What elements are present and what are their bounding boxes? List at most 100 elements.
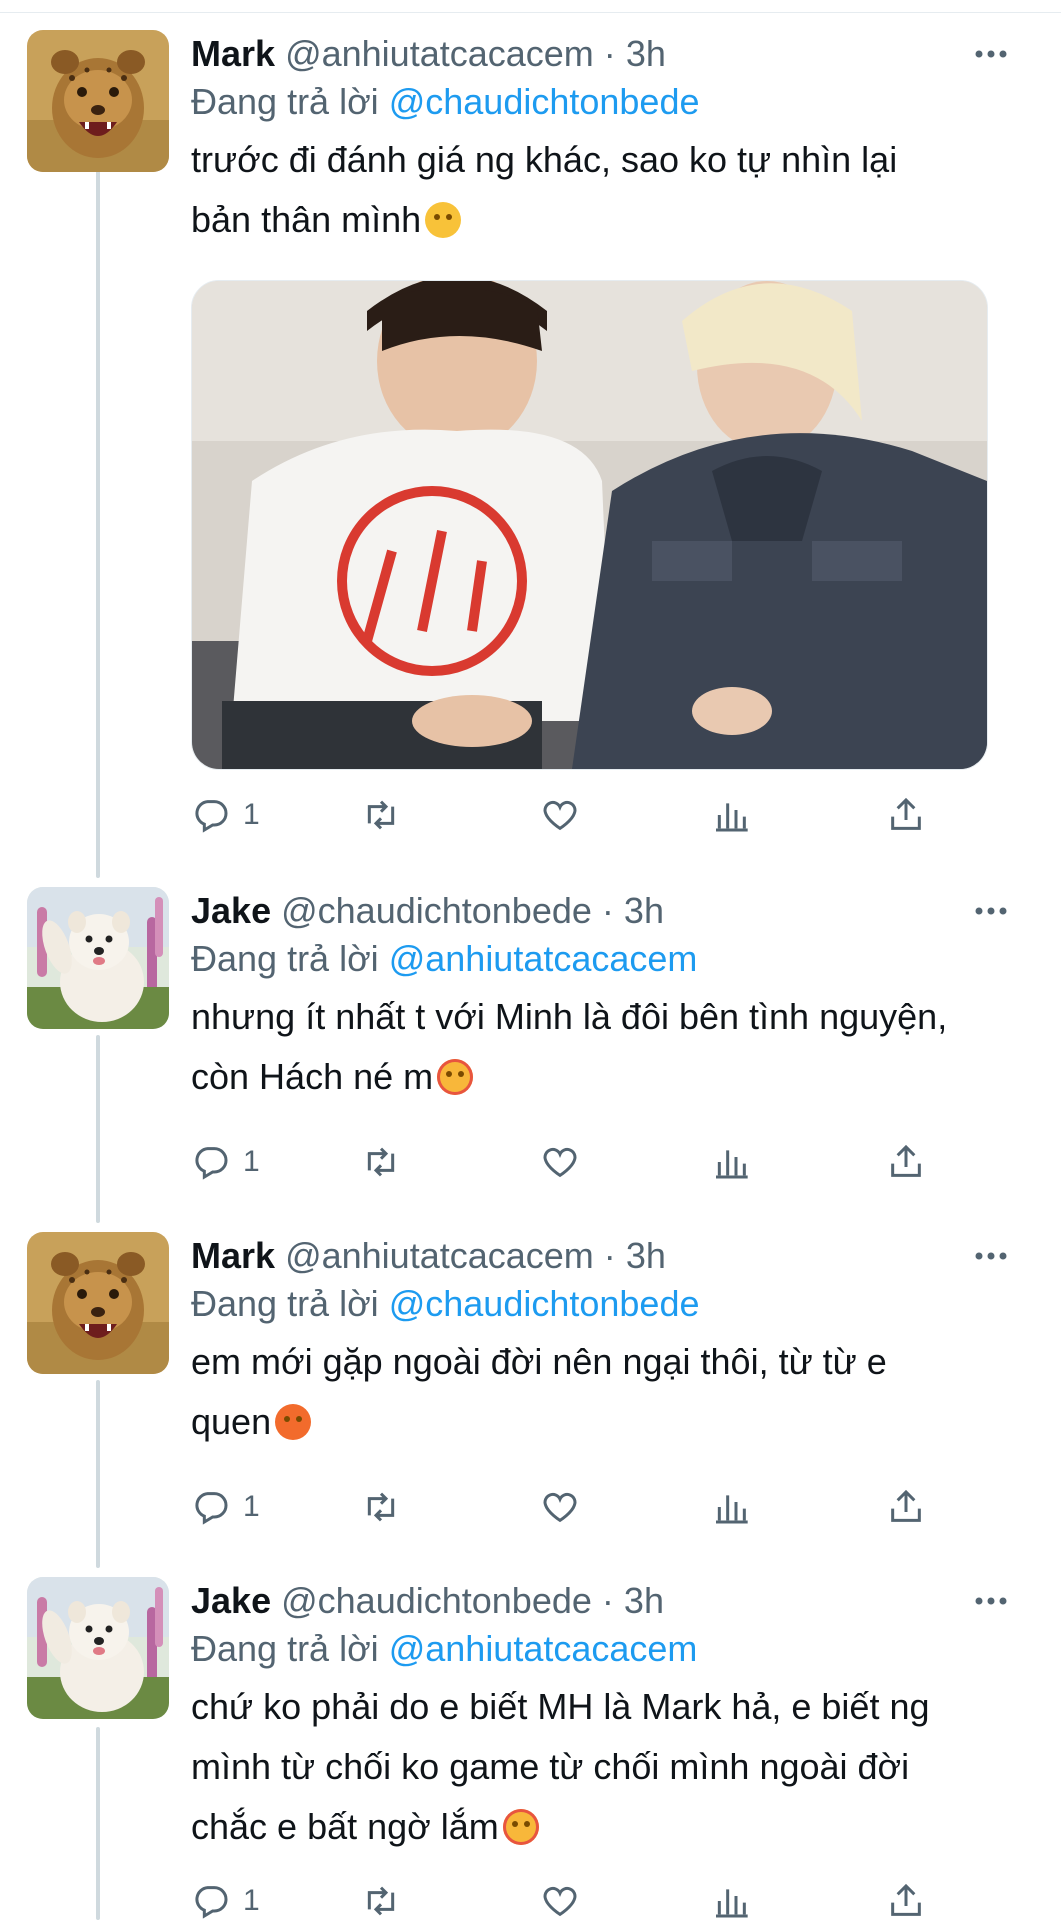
share-button[interactable] <box>886 1482 926 1532</box>
tweet-content: Mark @anhiutatcacacem · 3h Đang trả lời … <box>191 1232 1011 1452</box>
tweet-text-line: bản thân mình <box>191 199 422 240</box>
thread-line <box>96 1727 100 1920</box>
tweet-header: Jake @chaudichtonbede · 3h <box>191 1577 1011 1625</box>
display-name[interactable]: Jake <box>191 1580 271 1621</box>
tweet-text: trước đi đánh giá ng khác, sao ko tự nhì… <box>191 130 1011 250</box>
user-handle[interactable]: @anhiutatcacacem <box>285 1235 594 1276</box>
more-icon[interactable] <box>971 1236 1011 1276</box>
views-icon <box>716 803 748 832</box>
thread-line <box>96 158 100 878</box>
angry-face-emoji <box>275 1404 312 1440</box>
share-icon <box>891 1144 921 1177</box>
display-name[interactable]: Mark <box>191 33 275 74</box>
mention-link[interactable]: @chaudichtonbede <box>389 1283 700 1324</box>
timestamp[interactable]: 3h <box>626 1235 666 1276</box>
like-button[interactable] <box>540 1482 580 1532</box>
tweet-text-line: nhưng ít nhất t với Minh là đôi bên tình… <box>191 996 948 1037</box>
mention-link[interactable]: @anhiutatcacacem <box>389 1628 698 1669</box>
replying-to: Đang trả lời @chaudichtonbede <box>191 78 1011 126</box>
tweet-text: em mới gặp ngoài đời nên ngại thôi, từ t… <box>191 1332 1011 1452</box>
share-icon <box>891 1489 921 1522</box>
reply-count: 1 <box>243 1490 260 1523</box>
timestamp[interactable]: 3h <box>626 33 666 74</box>
retweet-icon <box>367 1492 395 1522</box>
avatar[interactable] <box>27 30 169 172</box>
replying-to-label: Đang trả lời <box>191 81 379 122</box>
thread-line <box>96 1035 100 1223</box>
retweet-button[interactable] <box>361 1876 401 1926</box>
views-button[interactable] <box>711 790 751 840</box>
replying-to-label: Đang trả lời <box>191 938 379 979</box>
like-icon <box>543 1886 577 1917</box>
user-handle[interactable]: @anhiutatcacacem <box>285 33 594 74</box>
tweet-header: Mark @anhiutatcacacem · 3h <box>191 1232 1011 1280</box>
tweet-text-line: chứ ko phải do e biết MH là Mark hả, e b… <box>191 1686 930 1727</box>
share-icon <box>891 797 921 830</box>
tweet-content: Jake @chaudichtonbede · 3h Đang trả lời … <box>191 1577 1011 1857</box>
share-button[interactable] <box>886 1876 926 1926</box>
reply-button[interactable]: 1 <box>191 790 260 840</box>
user-handle[interactable]: @chaudichtonbede <box>281 1580 592 1621</box>
views-button[interactable] <box>711 1137 751 1187</box>
like-icon <box>543 1147 577 1178</box>
tweet-text-line: mình từ chối ko game từ chối mình ngoài … <box>191 1746 910 1787</box>
separator-dot: · <box>601 890 614 931</box>
retweet-icon <box>367 800 395 830</box>
mention-link[interactable]: @anhiutatcacacem <box>389 938 698 979</box>
tweet-text: nhưng ít nhất t với Minh là đôi bên tình… <box>191 987 1011 1107</box>
tweet-photo[interactable] <box>191 280 988 770</box>
mention-link[interactable]: @chaudichtonbede <box>389 81 700 122</box>
retweet-icon <box>367 1147 395 1177</box>
tweet-content: Mark @anhiutatcacacem · 3h Đang trả lời … <box>191 30 1011 770</box>
like-button[interactable] <box>540 1137 580 1187</box>
reply-icon <box>195 1147 228 1180</box>
like-icon <box>543 800 577 831</box>
views-icon <box>716 1150 748 1179</box>
separator-dot: · <box>603 1235 616 1276</box>
tweet-actions: 1 <box>191 1137 951 1187</box>
avatar[interactable] <box>27 1577 169 1719</box>
share-button[interactable] <box>886 790 926 840</box>
like-icon <box>543 1492 577 1523</box>
timestamp[interactable]: 3h <box>624 1580 664 1621</box>
separator-dot: · <box>603 33 616 74</box>
reply-count: 1 <box>243 1145 260 1178</box>
like-button[interactable] <box>540 1876 580 1926</box>
retweet-button[interactable] <box>361 790 401 840</box>
retweet-button[interactable] <box>361 1482 401 1532</box>
like-button[interactable] <box>540 790 580 840</box>
tweet-text: chứ ko phải do e biết MH là Mark hả, e b… <box>191 1677 1011 1857</box>
reply-icon <box>195 800 228 833</box>
top-divider <box>0 0 1061 13</box>
avatar[interactable] <box>27 1232 169 1374</box>
replying-to: Đang trả lời @chaudichtonbede <box>191 1280 1011 1328</box>
more-icon[interactable] <box>971 34 1011 74</box>
retweet-button[interactable] <box>361 1137 401 1187</box>
more-icon[interactable] <box>971 891 1011 931</box>
smiling-face-with-hearts-emoji <box>437 1059 474 1095</box>
share-button[interactable] <box>886 1137 926 1187</box>
views-icon <box>716 1495 748 1524</box>
user-handle[interactable]: @chaudichtonbede <box>281 890 592 931</box>
tweet-text-line: trước đi đánh giá ng khác, sao ko tự nhì… <box>191 139 898 180</box>
display-name[interactable]: Mark <box>191 1235 275 1276</box>
smiling-face-with-hearts-emoji <box>502 1809 539 1845</box>
tweet-text-line: quen <box>191 1401 272 1442</box>
replying-to-label: Đang trả lời <box>191 1628 379 1669</box>
views-button[interactable] <box>711 1876 751 1926</box>
reply-icon <box>195 1492 228 1525</box>
reply-button[interactable]: 1 <box>191 1482 260 1532</box>
reply-count: 1 <box>243 1884 260 1917</box>
more-icon[interactable] <box>971 1581 1011 1621</box>
avatar[interactable] <box>27 887 169 1029</box>
reply-button[interactable]: 1 <box>191 1876 260 1926</box>
share-icon <box>891 1883 921 1916</box>
tweet-header: Jake @chaudichtonbede · 3h <box>191 887 1011 935</box>
reply-count: 1 <box>243 798 260 831</box>
views-button[interactable] <box>711 1482 751 1532</box>
tweet-text-line: còn Hách né m <box>191 1056 434 1097</box>
replying-to: Đang trả lời @anhiutatcacacem <box>191 1625 1011 1673</box>
display-name[interactable]: Jake <box>191 890 271 931</box>
timestamp[interactable]: 3h <box>624 890 664 931</box>
reply-button[interactable]: 1 <box>191 1137 260 1187</box>
